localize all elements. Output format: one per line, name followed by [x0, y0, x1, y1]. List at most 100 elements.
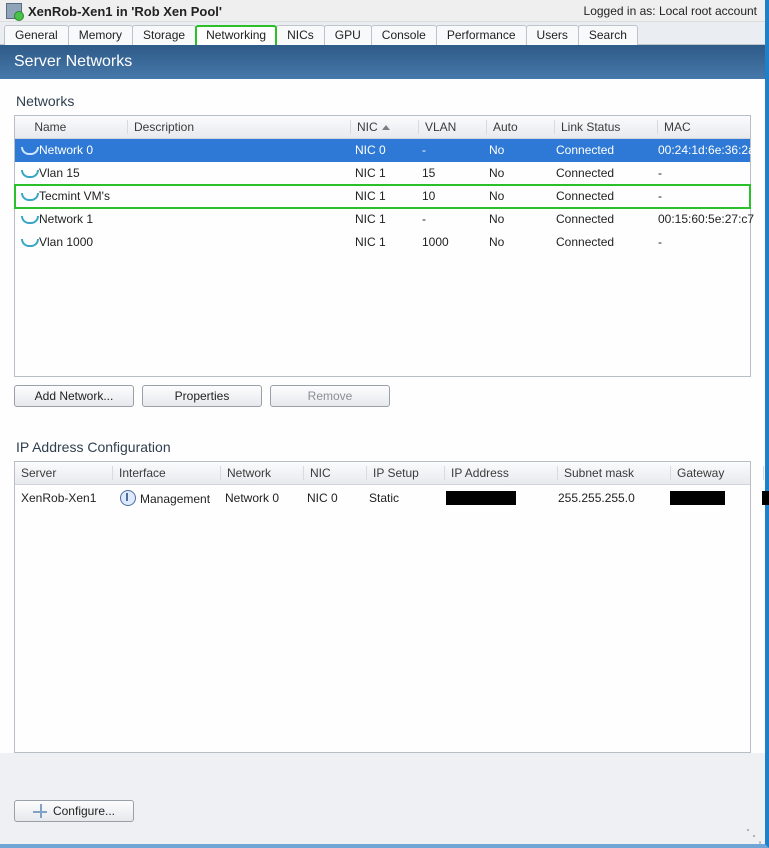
network-vlan: 10 [416, 189, 483, 203]
network-name: Network 0 [39, 143, 93, 157]
network-mac: 00:15:60:5e:27:c7 [652, 212, 769, 226]
network-vlan: 1000 [416, 235, 483, 249]
network-nic: NIC 1 [349, 235, 416, 249]
configure-label: Configure... [53, 804, 115, 818]
network-icon [21, 236, 35, 248]
network-auto: No [483, 212, 550, 226]
network-auto: No [483, 189, 550, 203]
redacted-gw [670, 491, 725, 505]
network-nic: NIC 1 [349, 166, 416, 180]
properties-button[interactable]: Properties [142, 385, 262, 407]
login-info: Logged in as: Local root account [584, 4, 757, 18]
titlebar-left: XenRob-Xen1 in 'Rob Xen Pool' [6, 3, 222, 19]
network-mac: - [652, 189, 769, 203]
window-title: XenRob-Xen1 in 'Rob Xen Pool' [28, 4, 222, 19]
network-auto: No [483, 166, 550, 180]
networks-section-title: Networks [16, 93, 751, 109]
network-mac: - [652, 166, 769, 180]
configure-button[interactable]: Configure... [14, 800, 134, 822]
network-mac: 00:24:1d:6e:36:2a [652, 143, 769, 157]
redacted-dns [762, 491, 769, 505]
network-row[interactable]: Vlan 15 NIC 1 15 No Connected - 1500 [15, 162, 750, 185]
networks-grid[interactable]: Name Description NIC VLAN Auto Link Stat… [14, 115, 751, 377]
col-mac[interactable]: MAC [658, 120, 769, 134]
col-ip-setup[interactable]: IP Setup [367, 466, 445, 480]
network-icon [21, 167, 35, 179]
network-vlan: - [416, 143, 483, 157]
col-interface[interactable]: Interface [113, 466, 221, 480]
network-row[interactable]: Network 1 NIC 1 - No Connected 00:15:60:… [15, 208, 750, 231]
tab-networking[interactable]: Networking [195, 25, 277, 45]
col-network[interactable]: Network [221, 466, 304, 480]
col-subnet-mask[interactable]: Subnet mask [558, 466, 671, 480]
network-row[interactable]: Tecmint VM's NIC 1 10 No Connected - 150… [15, 185, 750, 208]
col-vlan[interactable]: VLAN [419, 120, 487, 134]
network-nic: NIC 1 [349, 212, 416, 226]
network-link: Connected [550, 212, 652, 226]
col-auto[interactable]: Auto [487, 120, 555, 134]
ip-config-row[interactable]: XenRob-Xen1 Management Network 0 NIC 0 S… [15, 485, 750, 512]
network-name: Vlan 1000 [39, 235, 93, 249]
ip-grid-header: Server Interface Network NIC IP Setup IP… [15, 462, 750, 485]
add-network-button[interactable]: Add Network... [14, 385, 134, 407]
col-gateway[interactable]: Gateway [671, 466, 764, 480]
configure-button-wrap: Configure... [14, 800, 134, 822]
sort-asc-icon [382, 125, 390, 130]
col-ip-address[interactable]: IP Address [445, 466, 558, 480]
network-mac: - [652, 235, 769, 249]
tab-memory[interactable]: Memory [68, 25, 133, 45]
tab-nics[interactable]: NICs [276, 25, 325, 45]
networks-grid-header: Name Description NIC VLAN Auto Link Stat… [15, 116, 750, 139]
redacted-ip [446, 491, 516, 505]
network-nic: NIC 1 [349, 189, 416, 203]
remove-button: Remove [270, 385, 390, 407]
ip-address [440, 491, 552, 505]
tab-search[interactable]: Search [578, 25, 638, 45]
tab-gpu[interactable]: GPU [324, 25, 372, 45]
ip-config-section-title: IP Address Configuration [16, 439, 751, 455]
network-icon [21, 190, 35, 202]
tab-performance[interactable]: Performance [436, 25, 527, 45]
network-name: Vlan 15 [39, 166, 80, 180]
col-dns[interactable]: DNS [764, 466, 769, 480]
network-icon [21, 213, 35, 225]
ip-network: Network 0 [219, 491, 301, 505]
ip-dns [756, 491, 769, 505]
col-name[interactable]: Name [15, 120, 128, 134]
network-row[interactable]: Vlan 1000 NIC 1 1000 No Connected - 1500 [15, 231, 750, 254]
network-auto: No [483, 235, 550, 249]
ip-gateway [664, 491, 756, 505]
xencenter-window: XenRob-Xen1 in 'Rob Xen Pool' Logged in … [0, 0, 769, 848]
col-link-status[interactable]: Link Status [555, 120, 658, 134]
content-area: Networks Name Description NIC VLAN Auto … [0, 79, 765, 753]
tab-strip: General Memory Storage Networking NICs G… [0, 22, 765, 45]
network-link: Connected [550, 143, 652, 157]
network-auto: No [483, 143, 550, 157]
configure-icon [33, 804, 47, 818]
tab-storage[interactable]: Storage [132, 25, 196, 45]
network-link: Connected [550, 235, 652, 249]
networks-button-row: Add Network... Properties Remove [14, 385, 751, 407]
server-status-icon [6, 3, 22, 19]
ip-setup: Static [363, 491, 440, 505]
col-nic[interactable]: NIC [304, 466, 367, 480]
ip-mask: 255.255.255.0 [552, 491, 664, 505]
management-icon [120, 490, 136, 506]
network-icon [21, 144, 35, 156]
network-vlan: - [416, 212, 483, 226]
tab-users[interactable]: Users [526, 25, 579, 45]
ip-nic: NIC 0 [301, 491, 363, 505]
col-nic[interactable]: NIC [351, 120, 419, 134]
network-row[interactable]: Network 0 NIC 0 - No Connected 00:24:1d:… [15, 139, 750, 162]
login-prefix: Logged in as: [584, 4, 656, 18]
network-name: Network 1 [39, 212, 93, 226]
network-link: Connected [550, 189, 652, 203]
col-description[interactable]: Description [128, 120, 351, 134]
ip-config-grid[interactable]: Server Interface Network NIC IP Setup IP… [14, 461, 751, 753]
tab-general[interactable]: General [4, 25, 69, 45]
resize-grip[interactable] [747, 826, 763, 842]
titlebar: XenRob-Xen1 in 'Rob Xen Pool' Logged in … [0, 0, 765, 22]
network-link: Connected [550, 166, 652, 180]
col-server[interactable]: Server [15, 466, 113, 480]
tab-console[interactable]: Console [371, 25, 437, 45]
